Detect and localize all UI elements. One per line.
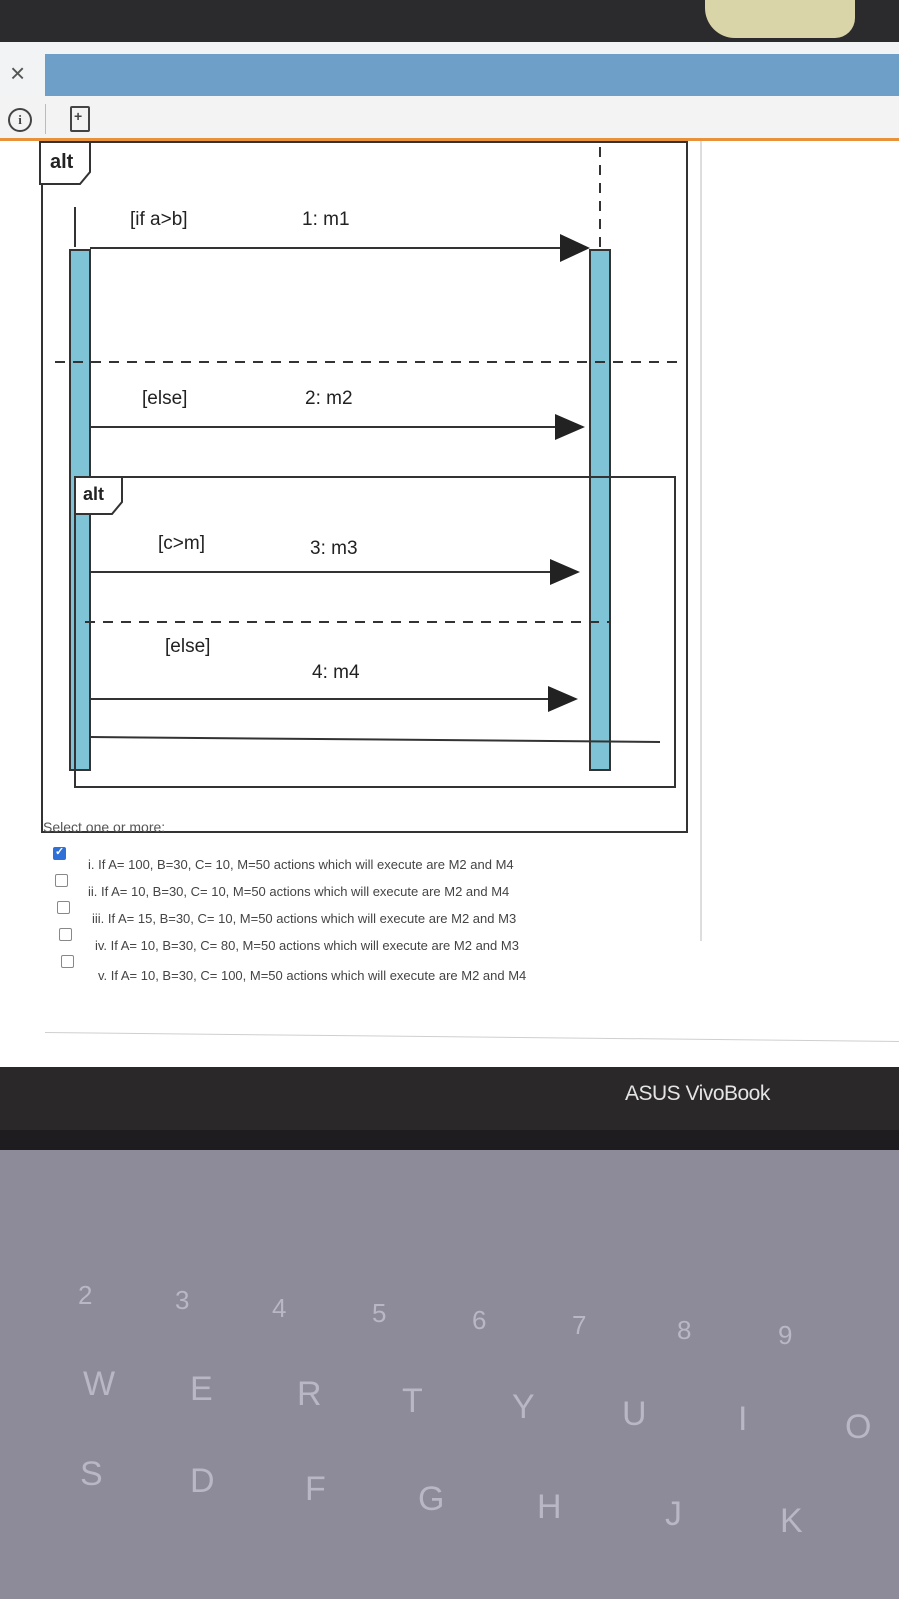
sticky-note [705,0,855,38]
keyboard-key: R [297,1375,322,1413]
arrowhead-3 [550,559,580,585]
option-label[interactable]: ii. If A= 10, B=30, C= 10, M=50 actions … [88,884,509,899]
question-prompt: Select one or more: [43,819,166,835]
keyboard-key: D [190,1462,215,1500]
option-checkbox[interactable] [53,845,66,860]
keyboard-key: 2 [78,1280,93,1310]
keyboard-key: 4 [272,1293,287,1323]
sequence-diagram: alt alt [if a>b] [else] [c>m] [else] 1: … [39,141,688,833]
message-label: 2: m2 [305,388,353,409]
keyboard-key: H [537,1488,562,1526]
option-checkbox[interactable] [55,874,68,887]
keyboard-key: 3 [175,1285,190,1315]
screen: × i alt alt [0,42,899,1067]
option-checkbox[interactable] [61,955,74,968]
keyboard-key: 8 [677,1315,692,1345]
keyboard-key: I [738,1400,748,1438]
keyboard-key: E [190,1370,213,1408]
keyboard-key: J [665,1495,682,1533]
guard-label: [c>m] [158,533,205,554]
option-label[interactable]: iii. If A= 15, B=30, C= 10, M=50 actions… [92,911,516,926]
message-label: 4: m4 [312,662,360,683]
arrowhead-4 [548,686,578,712]
keyboard-key: W [83,1365,116,1403]
option-label[interactable]: i. If A= 100, B=30, C= 10, M=50 actions … [88,857,514,872]
guard-label: [else] [142,388,187,409]
arrowhead-1 [560,234,590,262]
laptop-brand-logo: ASUS VivoBook [625,1082,770,1105]
outer-alt-label: alt [50,151,74,173]
keyboard: 2 3 4 5 6 7 8 9 W E R T Y U I O S D F G … [0,1150,899,1599]
keyboard-key: 6 [472,1305,487,1335]
keyboard-key: U [622,1395,647,1433]
guard-label: [if a>b] [130,209,188,230]
keyboard-key: F [305,1470,326,1508]
keyboard-key: T [402,1382,423,1420]
keyboard-key: K [780,1502,803,1540]
guard-label: [else] [165,636,210,657]
option-label[interactable]: iv. If A= 10, B=30, C= 80, M=50 actions … [95,938,519,953]
keyboard-key: Y [512,1388,535,1426]
inner-alt-label: alt [83,484,104,504]
keyboard-key: G [418,1480,445,1518]
option-label[interactable]: v. If A= 10, B=30, C= 100, M=50 actions … [98,968,526,983]
message-label: 1: m1 [302,209,350,230]
keyboard-key: 5 [372,1298,387,1328]
option-checkbox[interactable] [57,901,70,914]
right-activation-bar [589,249,611,771]
arrowhead-2 [555,414,585,440]
option-checkbox[interactable] [59,928,72,941]
keyboard-key: 9 [778,1320,793,1350]
keyboard-key: 7 [572,1310,587,1340]
keyboard-key: S [80,1455,103,1493]
message-label: 3: m3 [310,538,358,559]
keyboard-key: O [845,1408,872,1446]
